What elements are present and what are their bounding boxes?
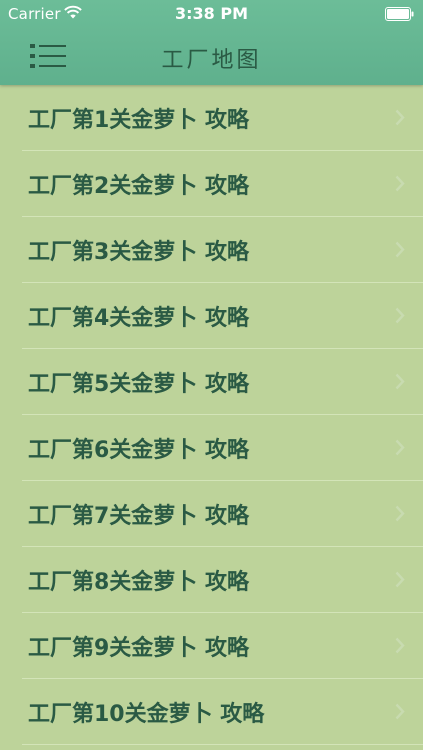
list-item-label: 工厂第1关金萝卜 攻略 — [28, 108, 249, 133]
chevron-right-icon — [395, 373, 405, 390]
list-item-label: 工厂第6关金萝卜 攻略 — [28, 438, 249, 463]
status-bar: Carrier 3:38 PM — [0, 0, 423, 28]
chevron-right-icon — [395, 505, 405, 522]
list-item-level-6[interactable]: 工厂第6关金萝卜 攻略 — [0, 415, 423, 481]
chevron-right-icon — [395, 637, 405, 654]
list-item-label: 工厂第7关金萝卜 攻略 — [28, 504, 249, 529]
list-item-level-10[interactable]: 工厂第10关金萝卜 攻略 — [0, 679, 423, 745]
navigation-bar: 工厂地图 — [0, 28, 423, 85]
list-item-level-3[interactable]: 工厂第3关金萝卜 攻略 — [0, 217, 423, 283]
chevron-right-icon — [395, 109, 405, 126]
chevron-right-icon — [395, 175, 405, 192]
list-item-level-5[interactable]: 工厂第5关金萝卜 攻略 — [0, 349, 423, 415]
chevron-right-icon — [395, 307, 405, 324]
chevron-right-icon — [395, 571, 405, 588]
chevron-right-icon — [395, 703, 405, 720]
list-item-label: 工厂第9关金萝卜 攻略 — [28, 636, 249, 661]
status-time: 3:38 PM — [174, 4, 248, 23]
top-bar: Carrier 3:38 PM 工厂地图 — [0, 0, 423, 85]
list-item-label: 工厂第2关金萝卜 攻略 — [28, 174, 249, 199]
list-item-level-7[interactable]: 工厂第7关金萝卜 攻略 — [0, 481, 423, 547]
chevron-right-icon — [395, 439, 405, 456]
menu-list-icon[interactable] — [28, 42, 68, 70]
list-item-label: 工厂第3关金萝卜 攻略 — [28, 240, 249, 265]
list-item-label: 工厂第4关金萝卜 攻略 — [28, 306, 249, 331]
list-item-level-1[interactable]: 工厂第1关金萝卜 攻略 — [0, 85, 423, 151]
list-item-label: 工厂第5关金萝卜 攻略 — [28, 372, 249, 397]
level-list: 工厂第1关金萝卜 攻略 工厂第2关金萝卜 攻略 工厂第3关金萝卜 攻略 工厂第4… — [0, 85, 423, 745]
list-item-level-8[interactable]: 工厂第8关金萝卜 攻略 — [0, 547, 423, 613]
list-item-level-4[interactable]: 工厂第4关金萝卜 攻略 — [0, 283, 423, 349]
chevron-right-icon — [395, 241, 405, 258]
list-item-level-9[interactable]: 工厂第9关金萝卜 攻略 — [0, 613, 423, 679]
list-item-label: 工厂第10关金萝卜 攻略 — [28, 702, 265, 727]
list-item-level-2[interactable]: 工厂第2关金萝卜 攻略 — [0, 151, 423, 217]
battery-icon — [385, 7, 414, 21]
list-item-label: 工厂第8关金萝卜 攻略 — [28, 570, 249, 595]
